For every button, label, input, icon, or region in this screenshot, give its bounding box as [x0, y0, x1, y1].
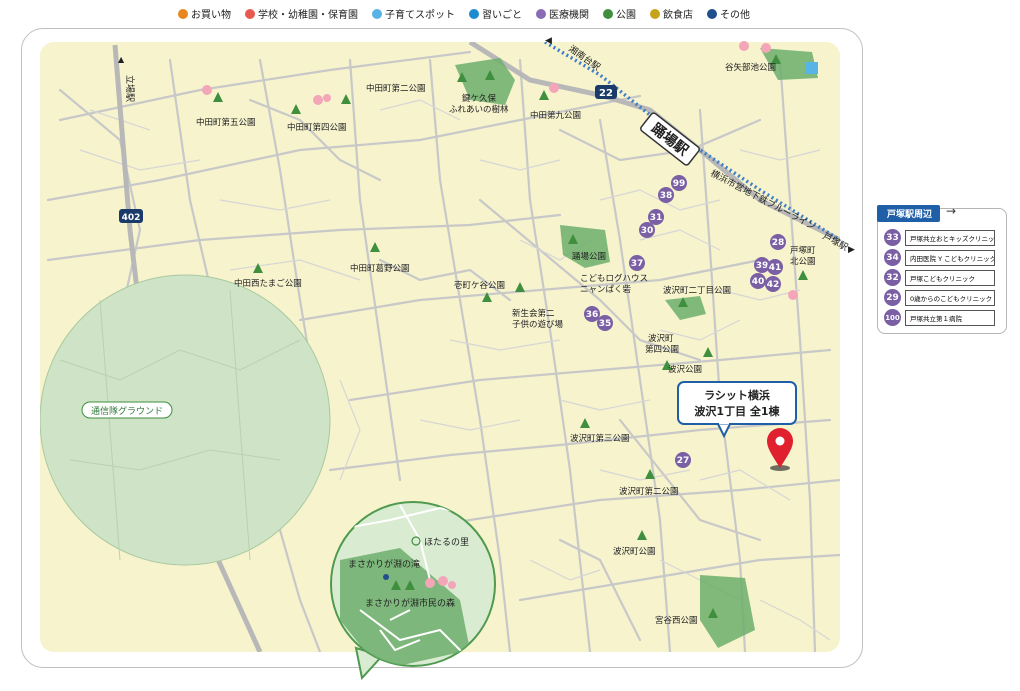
waterfall-icon — [383, 574, 389, 580]
clinic-row[interactable]: 34 内田医院 Y こどもクリニック — [884, 249, 995, 266]
park-label: ふれあいの樹林 — [449, 104, 509, 115]
marker-num: 28 — [772, 238, 785, 248]
totsuka-arrow: ▶ — [848, 245, 855, 255]
clinic-row[interactable]: 33 戸塚共立おとキッズクリニック — [884, 229, 995, 246]
park-label: 中田西たまご公園 — [234, 278, 302, 289]
map-canvas[interactable]: 22 402 踊場駅 湘南台駅 ◀ ▲ 立場駅 横浜市営地下鉄ブルーライン 戸塚… — [0, 0, 1020, 691]
clinic-name: 内田医院 Y こどもクリニック — [905, 249, 995, 266]
route-22-badge: 22 — [595, 85, 617, 99]
park-label: 戸塚町 — [790, 246, 816, 256]
park-label: 波沢町公園 — [613, 546, 656, 557]
medical-marker[interactable]: 30 — [639, 222, 655, 238]
clinic-name: 戸塚共立おとキッズクリニック — [905, 229, 995, 246]
clinic-num: 29 — [884, 289, 901, 306]
park-label: 子供の遊び場 — [512, 319, 564, 330]
park-label: 波沢町第三公園 — [570, 433, 630, 444]
park-label: 波沢公園 — [668, 364, 702, 375]
marker-num: 39 — [756, 261, 769, 271]
medical-marker[interactable]: 35 — [597, 315, 613, 331]
property-name: ラシット横浜 — [704, 388, 770, 402]
park-label: 波沢町二丁目公園 — [663, 285, 731, 296]
property-address: 波沢1丁目 全1棟 — [694, 404, 780, 418]
clinic-row[interactable]: 32 戸塚こどもクリニック — [884, 269, 995, 286]
pond — [806, 62, 818, 74]
marker-num: 30 — [641, 226, 654, 236]
arrow-right-icon: → — [946, 204, 957, 218]
park-label: こどもログハウス — [580, 273, 648, 284]
park-label: 新生会第二 — [512, 308, 555, 319]
ground-label: 通信隊グラウンド — [91, 405, 163, 417]
route-402-badge: 402 — [119, 209, 143, 223]
tachiba-arrow: ▲ — [118, 55, 125, 64]
marker-num: 99 — [673, 179, 686, 189]
park-label: ニャンぱく砦 — [580, 284, 631, 295]
marker-num: 37 — [631, 259, 644, 269]
park-label: 壱町ケ谷公園 — [454, 280, 505, 291]
marker-num: 36 — [586, 310, 599, 320]
marker-num: 31 — [650, 213, 663, 223]
route-402-label: 402 — [122, 213, 141, 223]
clinic-num: 32 — [884, 269, 901, 286]
park-label: 波沢町第二公園 — [619, 486, 679, 497]
park-label: 中田町第二公園 — [366, 83, 426, 94]
clinic-row[interactable]: 29 0歳からのこどもクリニック — [884, 289, 995, 306]
shonandai-arrow: ◀ — [545, 36, 552, 46]
medical-marker[interactable]: 36 — [584, 306, 600, 322]
ground-area — [40, 274, 331, 566]
inset-label-taki: まさかりが淵の滝 — [348, 558, 420, 570]
clinic-name: 0歳からのこどもクリニック — [905, 289, 995, 306]
park-label: 北公園 — [790, 257, 816, 267]
medical-marker[interactable]: 27 — [675, 452, 691, 468]
clinic-name: 戸塚共立第１病院 — [905, 309, 995, 326]
tachiba-label: 立場駅 — [124, 75, 136, 102]
park-label: 中田町第四公園 — [287, 122, 347, 133]
park-label: 中田町葛野公園 — [350, 263, 410, 274]
marker-num: 41 — [769, 263, 782, 273]
park-label: 中田町第五公園 — [196, 117, 256, 128]
clinic-num: 34 — [884, 249, 901, 266]
park-label: 中田第九公園 — [530, 110, 581, 121]
park-label: 鍵ケ久保 — [462, 93, 497, 104]
park-label: 踊場公園 — [572, 251, 606, 262]
marker-num: 38 — [660, 191, 673, 201]
medical-marker[interactable]: 38 — [658, 187, 674, 203]
medical-marker[interactable]: 40 — [750, 273, 766, 289]
nearby-clinics-title: 戸塚駅周辺 — [877, 205, 941, 222]
medical-marker[interactable]: 37 — [629, 255, 645, 271]
marker-num: 40 — [752, 277, 765, 287]
park-label: 第四公園 — [645, 344, 679, 355]
clinic-num: 100 — [884, 309, 901, 326]
medical-marker[interactable]: 31 — [648, 209, 664, 225]
clinic-name: 戸塚こどもクリニック — [905, 269, 995, 286]
park-label: 宮谷西公園 — [655, 615, 698, 626]
medical-marker[interactable]: 41 — [767, 259, 783, 275]
inset-label-mori: まさかりが淵市民の森 — [365, 597, 455, 609]
clinic-row[interactable]: 100 戸塚共立第１病院 — [884, 309, 995, 326]
park-label: 波沢町 — [648, 333, 674, 344]
clinic-num: 33 — [884, 229, 901, 246]
medical-marker[interactable]: 28 — [770, 234, 786, 250]
park-label: 谷矢部池公園 — [725, 62, 776, 73]
medical-marker[interactable]: 42 — [765, 276, 781, 292]
marker-num: 35 — [599, 319, 612, 329]
medical-marker[interactable]: 99 — [671, 175, 687, 191]
marker-num: 27 — [677, 456, 690, 466]
route-22-label: 22 — [599, 88, 613, 99]
inset-label-hotaru: ほたるの里 — [424, 537, 469, 548]
marker-num: 42 — [767, 280, 780, 290]
nearby-clinics-panel: 戸塚駅周辺 → 33 戸塚共立おとキッズクリニック 34 内田医院 Y こどもク… — [877, 204, 1007, 334]
